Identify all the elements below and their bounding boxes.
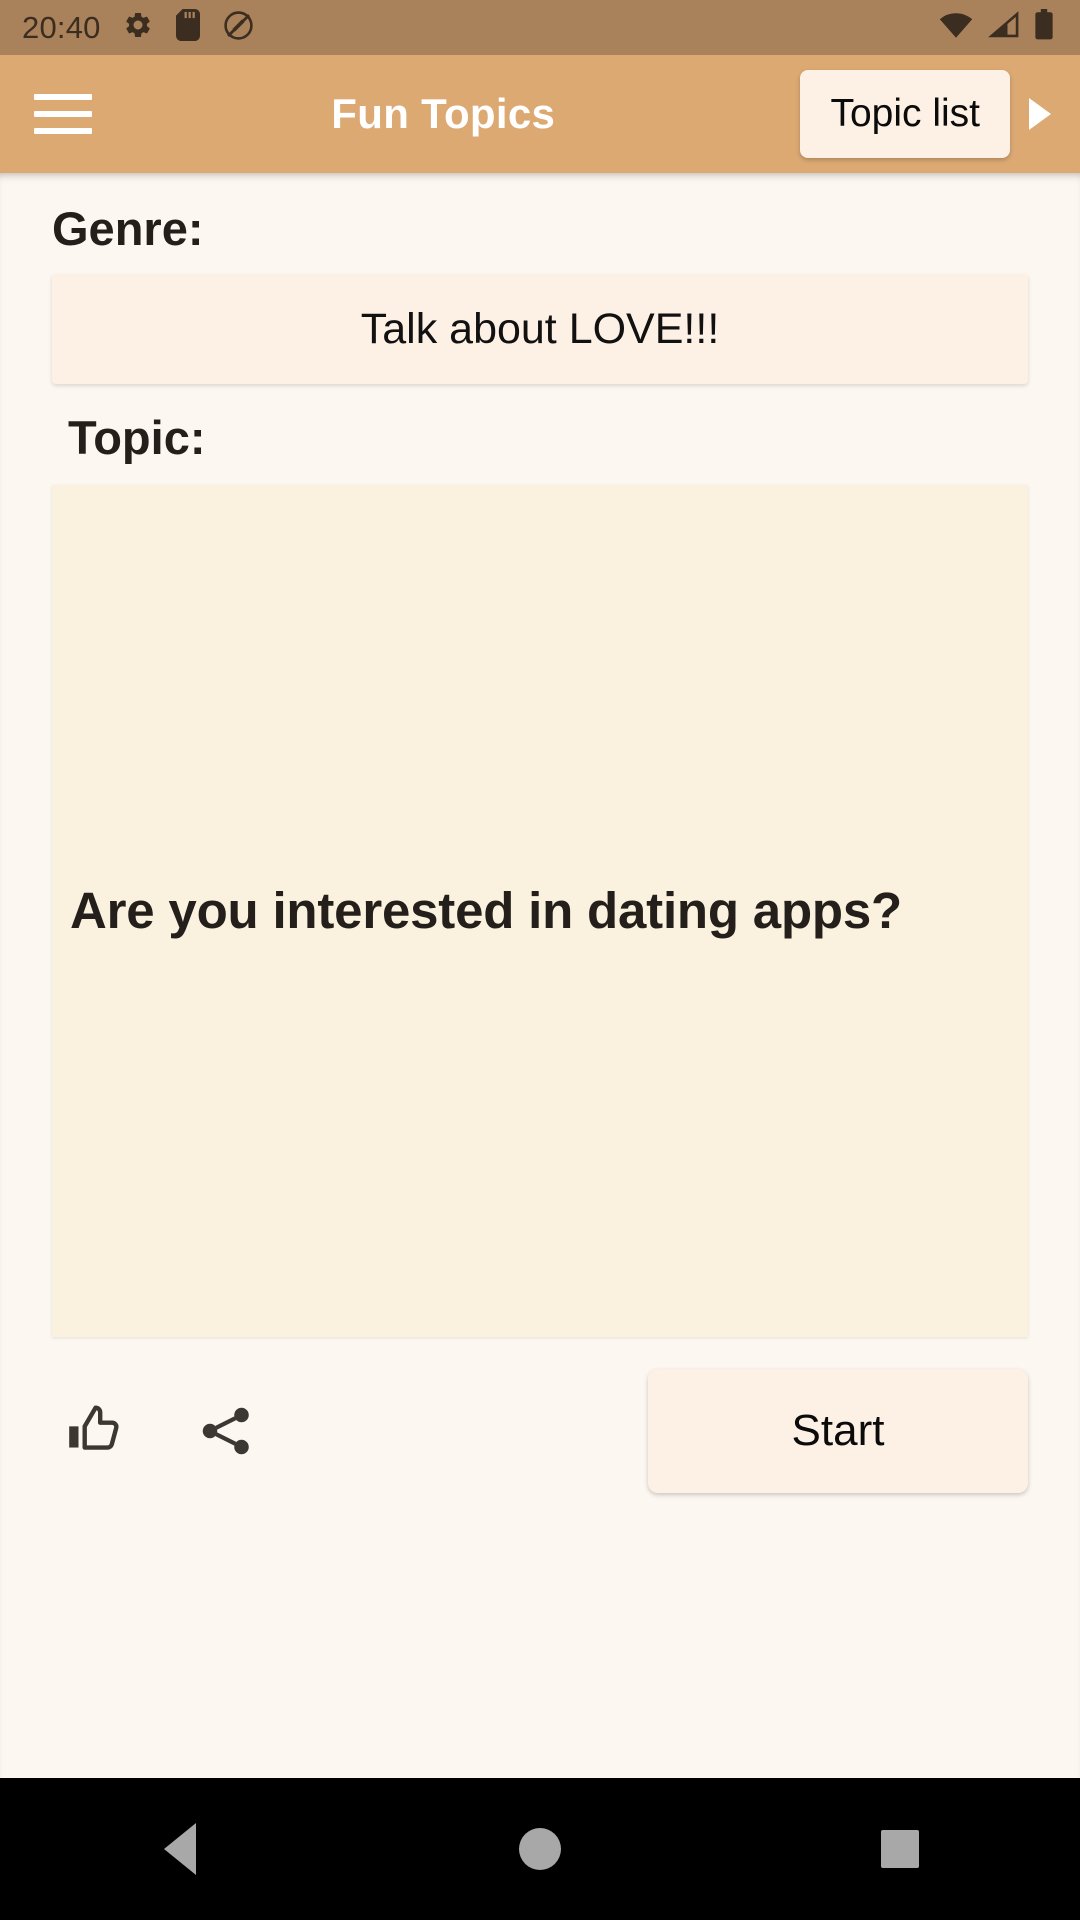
start-button[interactable]: Start [648,1369,1028,1493]
back-triangle-icon[interactable] [100,1778,260,1920]
hamburger-line [34,128,92,134]
status-bar: 20:40 [0,0,1080,55]
thumb-up-icon[interactable] [58,1395,130,1467]
recents-square-icon[interactable] [820,1778,980,1920]
do-not-disturb-icon [223,10,254,46]
battery-icon [1034,9,1054,46]
play-arrow-triangle [1029,98,1051,130]
topic-card[interactable]: Are you interested in dating apps? [52,485,1028,1337]
recents-shape [881,1830,919,1868]
status-bar-right [938,9,1054,46]
play-arrow-icon[interactable] [1018,98,1062,130]
status-bar-left: 20:40 [22,9,254,46]
main-content: Genre: Talk about LOVE!!! Topic: Are you… [0,173,1080,1778]
genre-card[interactable]: Talk about LOVE!!! [52,274,1028,384]
topic-label: Topic: [68,411,206,464]
gear-icon [123,10,153,45]
cellular-signal-icon [988,11,1020,44]
home-shape [519,1828,561,1870]
hamburger-line [34,94,92,100]
home-circle-icon[interactable] [460,1778,620,1920]
phone-screen: 20:40 Fun Topics Topic list Genre: Talk … [0,0,1080,1920]
app-title: Fun Topics [331,90,556,137]
sd-card-icon [175,9,201,46]
action-row: Start [52,1363,1028,1499]
genre-label: Genre: [52,202,204,255]
topic-list-button[interactable]: Topic list [800,70,1010,158]
status-clock: 20:40 [22,10,101,45]
genre-value: Talk about LOVE!!! [360,304,720,353]
topic-value: Are you interested in dating apps? [70,881,902,939]
wifi-icon [938,11,974,44]
share-icon[interactable] [190,1395,262,1467]
android-nav-bar [0,1778,1080,1920]
hamburger-line [34,111,92,117]
back-shape [164,1823,196,1875]
app-bar: Fun Topics Topic list [0,55,1080,173]
